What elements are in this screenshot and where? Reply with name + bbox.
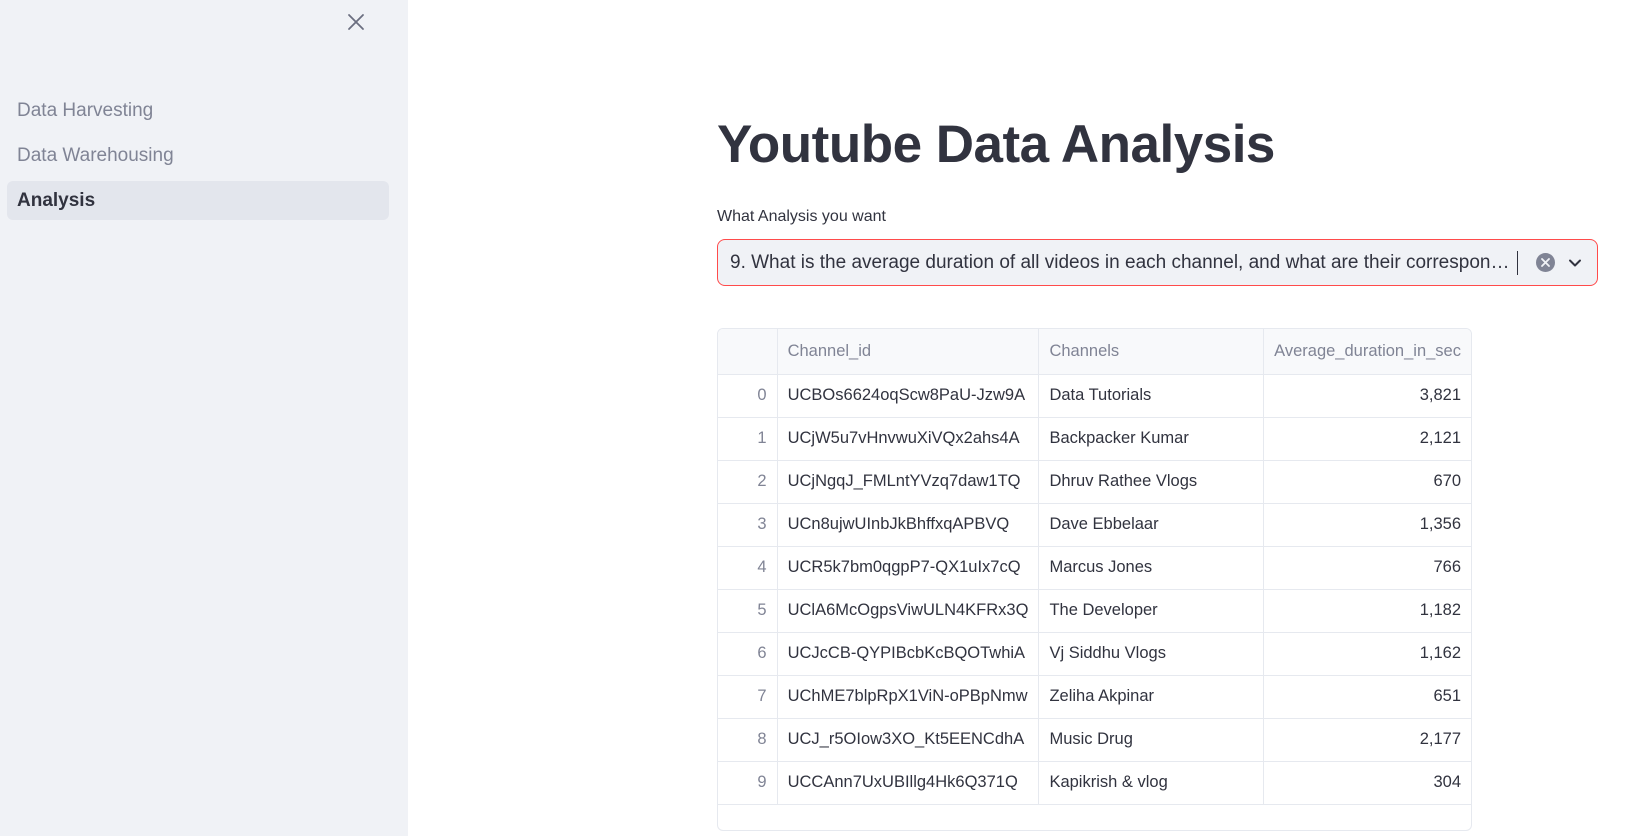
table-body: 0 UCBOs6624oqScw8PaU-Jzw9A Data Tutorials 3… (718, 374, 1471, 805)
cell-average-duration[interactable]: 1,162 (1263, 632, 1471, 676)
cell-channel-id[interactable]: UClA6McOgpsViwULN4KFRx3Q (777, 589, 1040, 633)
table-row: 8 UCJ_r5OIow3XO_Kt5EENCdhA Music Drug 2,177 (718, 718, 1471, 762)
cell-channel[interactable]: Kapikrish & vlog (1038, 761, 1265, 805)
table-row: 3 UCn8ujwUInbJkBhffxqAPBVQ Dave Ebbelaar 1,… (718, 503, 1471, 547)
sidebar-nav: Data Harvesting Data Warehousing Analysi… (7, 91, 389, 220)
close-icon (348, 14, 364, 30)
table-row: 0 UCBOs6624oqScw8PaU-Jzw9A Data Tutorials 3… (718, 374, 1471, 418)
cell-channel[interactable]: Zeliha Akpinar (1038, 675, 1265, 719)
table-row: 6 UCJcCB-QYPIBcbKcBQOTwhiA Vj Siddhu Vlogs… (718, 632, 1471, 676)
column-header-average-duration[interactable]: Average_duration_in_sec (1263, 329, 1471, 375)
analysis-select-label: What Analysis you want (717, 208, 886, 225)
sidebar-item-data-warehousing[interactable]: Data Warehousing (7, 136, 389, 175)
analysis-select[interactable]: 9. What is the average duration of all v… (717, 239, 1598, 286)
analysis-select-value: 9. What is the average duration of all v… (730, 251, 1514, 273)
sidebar-item-data-harvesting[interactable]: Data Harvesting (7, 91, 389, 130)
sidebar-item-analysis[interactable]: Analysis (7, 181, 389, 220)
text-cursor (1517, 250, 1518, 275)
table-row: 7 UChME7blpRpX1ViN-oPBpNmw Zeliha Akpinar 6… (718, 675, 1471, 719)
cell-channel-id[interactable]: UCCAnn7UxUBIllg4Hk6Q371Q (777, 761, 1040, 805)
row-index[interactable]: 1 (718, 417, 778, 461)
cell-average-duration[interactable]: 670 (1263, 460, 1471, 504)
cell-channel-id[interactable]: UChME7blpRpX1ViN-oPBpNmw (777, 675, 1040, 719)
cell-channel-id[interactable]: UCjW5u7vHnvwuXiVQx2ahs4A (777, 417, 1040, 461)
cell-channel-id[interactable]: UCjNgqJ_FMLntYVzq7daw1TQ (777, 460, 1040, 504)
main-content: Youtube Data Analysis What Analysis you … (408, 0, 1627, 836)
cell-channel[interactable]: The Developer (1038, 589, 1265, 633)
sidebar: Data Harvesting Data Warehousing Analysi… (0, 0, 408, 836)
row-index[interactable]: 2 (718, 460, 778, 504)
cell-average-duration[interactable]: 766 (1263, 546, 1471, 590)
cell-channel-id[interactable]: UCJ_r5OIow3XO_Kt5EENCdhA (777, 718, 1040, 762)
index-header (718, 329, 778, 375)
row-index[interactable]: 5 (718, 589, 778, 633)
row-index[interactable]: 0 (718, 374, 778, 418)
cell-channel-id[interactable]: UCR5k7bm0qgpP7-QX1uIx7cQ (777, 546, 1040, 590)
row-index[interactable]: 3 (718, 503, 778, 547)
column-header-channel-id[interactable]: Channel_id (777, 329, 1040, 375)
table-row: 1 UCjW5u7vHnvwuXiVQx2ahs4A Backpacker Kuma… (718, 417, 1471, 461)
cell-channel[interactable]: Music Drug (1038, 718, 1265, 762)
row-index[interactable]: 9 (718, 761, 778, 805)
table-header-row: Channel_id Channels Average_duration_in_… (718, 329, 1471, 375)
clear-icon[interactable] (1536, 253, 1555, 272)
cell-channel-id[interactable]: UCn8ujwUInbJkBhffxqAPBVQ (777, 503, 1040, 547)
cell-channel[interactable]: Vj Siddhu Vlogs (1038, 632, 1265, 676)
cell-channel[interactable]: Dhruv Rathee Vlogs (1038, 460, 1265, 504)
cell-average-duration[interactable]: 2,121 (1263, 417, 1471, 461)
cell-average-duration[interactable]: 1,182 (1263, 589, 1471, 633)
cell-channel[interactable]: Dave Ebbelaar (1038, 503, 1265, 547)
row-index[interactable]: 4 (718, 546, 778, 590)
cell-channel[interactable]: Data Tutorials (1038, 374, 1265, 418)
table-row: 4 UCR5k7bm0qgpP7-QX1uIx7cQ Marcus Jones 766 (718, 546, 1471, 590)
row-index[interactable]: 7 (718, 675, 778, 719)
table-row: 2 UCjNgqJ_FMLntYVzq7daw1TQ Dhruv Rathee Vl… (718, 460, 1471, 504)
results-table[interactable]: Channel_id Channels Average_duration_in_… (717, 328, 1472, 831)
cell-average-duration[interactable]: 1,356 (1263, 503, 1471, 547)
cell-average-duration[interactable]: 304 (1263, 761, 1471, 805)
table-row: 9 UCCAnn7UxUBIllg4Hk6Q371Q Kapikrish & vlo… (718, 761, 1471, 805)
cell-average-duration[interactable]: 651 (1263, 675, 1471, 719)
page-title: Youtube Data Analysis (717, 115, 1275, 174)
close-sidebar-button[interactable] (338, 4, 374, 40)
row-index[interactable]: 6 (718, 632, 778, 676)
column-header-channels[interactable]: Channels (1038, 329, 1265, 375)
table-row: 5 UClA6McOgpsViwULN4KFRx3Q The Developer 1,… (718, 589, 1471, 633)
cell-channel-id[interactable]: UCBOs6624oqScw8PaU-Jzw9A (777, 374, 1040, 418)
cell-channel[interactable]: Backpacker Kumar (1038, 417, 1265, 461)
cell-channel-id[interactable]: UCJcCB-QYPIBcbKcBQOTwhiA (777, 632, 1040, 676)
row-index[interactable]: 8 (718, 718, 778, 762)
cell-channel[interactable]: Marcus Jones (1038, 546, 1265, 590)
chevron-down-icon[interactable] (1567, 254, 1585, 272)
cell-average-duration[interactable]: 2,177 (1263, 718, 1471, 762)
cell-average-duration[interactable]: 3,821 (1263, 374, 1471, 418)
